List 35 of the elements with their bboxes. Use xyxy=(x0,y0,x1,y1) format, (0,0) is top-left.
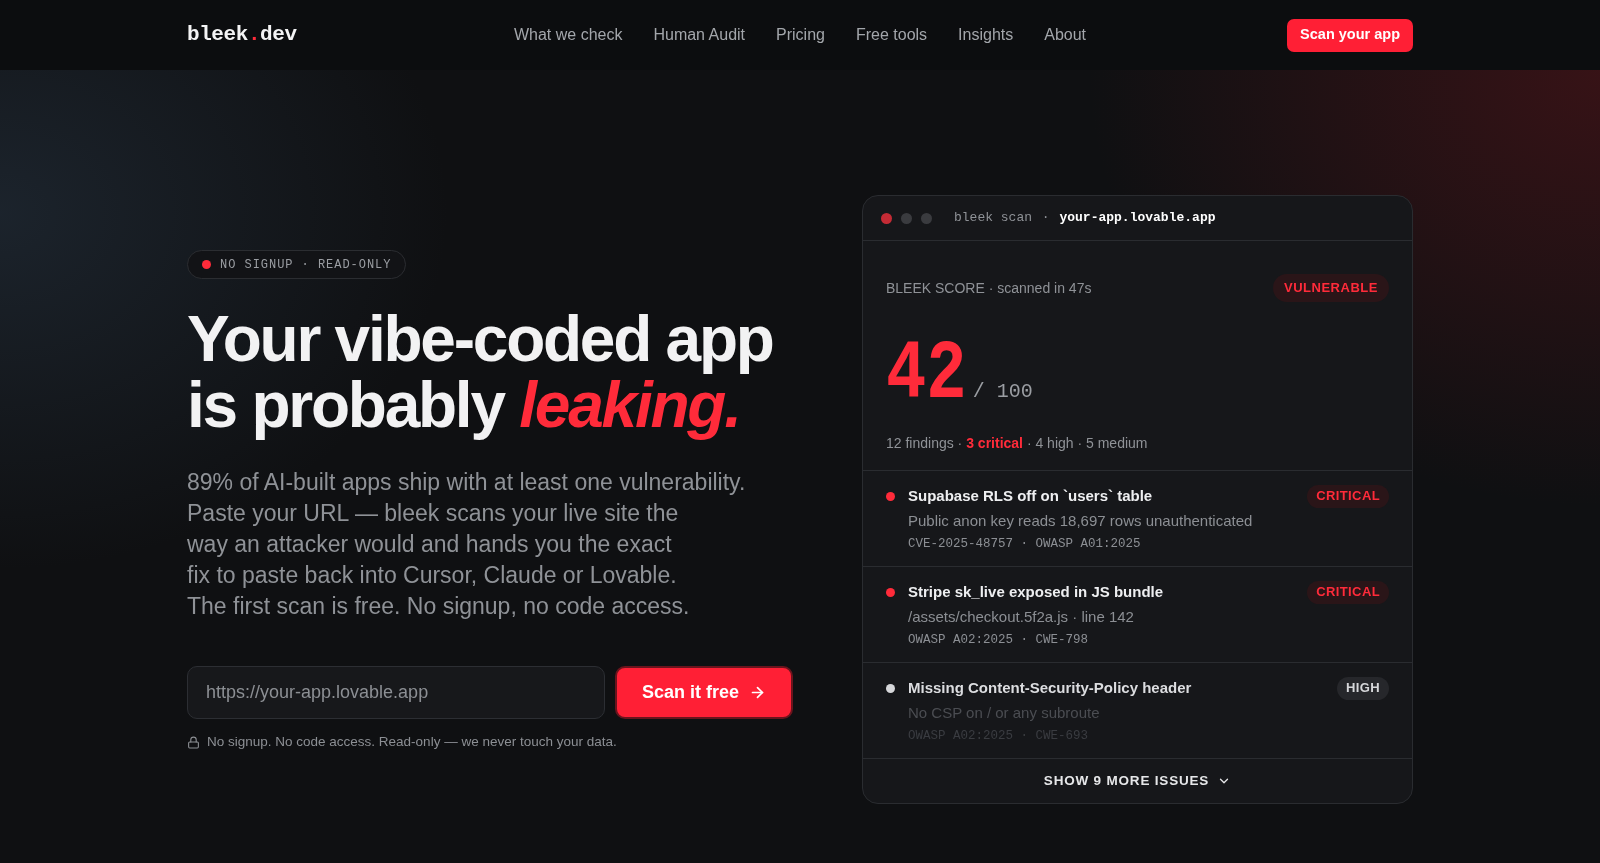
nav-link[interactable]: What we check xyxy=(513,23,623,47)
headline: Your vibe-coded app is probably leaking. xyxy=(187,306,774,438)
scan-app-button[interactable]: Scan your app xyxy=(1287,18,1413,52)
severity-badge: CRITICAL xyxy=(1307,484,1389,508)
show-more-button[interactable]: SHOW 9 MORE ISSUES xyxy=(863,759,1412,803)
privacy-note: No signup. No code access. Read-only — we never touch your data. xyxy=(207,733,617,751)
window-title: bleek scan · your-app.lovable.app xyxy=(954,209,1216,228)
nav-link[interactable]: Free tools xyxy=(855,23,928,47)
badge-label: NO SIGNUP · READ-ONLY xyxy=(220,256,392,274)
severity-badge: CRITICAL xyxy=(1307,580,1389,604)
lock-icon xyxy=(187,735,200,749)
nav-link[interactable]: Pricing xyxy=(776,23,825,47)
issue-title: Supabase RLS off on `users` table xyxy=(908,486,1153,506)
issue-title: Missing Content-Security-Policy header xyxy=(908,678,1192,698)
issue-detail: Public anon key reads 18,697 rows unauthenticated xyxy=(908,511,1254,531)
severity-badge: HIGH xyxy=(1336,676,1389,700)
logo[interactable]: bleek.dev xyxy=(187,19,297,51)
nav-link[interactable]: Insights xyxy=(958,23,1014,47)
scan-free-button[interactable]: Scan it free xyxy=(615,666,793,719)
issue-detail: No CSP on / or any subroute xyxy=(908,703,1101,723)
score-value: 42 xyxy=(886,333,967,417)
verdict-badge: VULNERABLE xyxy=(1272,274,1389,302)
url-input-field[interactable]: https://your-app.lovable.app xyxy=(187,666,605,719)
issue-title: Stripe sk_live exposed in JS bundle xyxy=(908,582,1164,602)
issue-references: OWASP A02:2025 · CWE-798 xyxy=(908,632,1090,649)
hero-lead: 89% of AI-built apps ship with at least one vulnerability. xyxy=(187,468,746,497)
score-label: BLEEK SCORE · scanned in 47s xyxy=(886,278,1092,298)
hero-description: Paste your URL — bleek scans your live site the way an attacker would and hands you the exact fix to paste back into Cursor, Claude or Lovable. The first scan is free. No signup, no code access. xyxy=(187,499,691,621)
score-max: / 100 xyxy=(972,379,1033,405)
window-dots-icon xyxy=(881,212,932,224)
nav-link[interactable]: About xyxy=(1044,23,1087,47)
issue-references: CVE-2025-48757 · OWASP A01:2025 xyxy=(908,536,1142,553)
findings-summary: 12 findings · 3 critical · 4 high · 5 medium xyxy=(886,434,1148,453)
issue-detail: /assets/checkout.5f2a.js · line 142 xyxy=(908,607,1135,627)
nav-link[interactable]: Human Audit xyxy=(653,23,746,47)
